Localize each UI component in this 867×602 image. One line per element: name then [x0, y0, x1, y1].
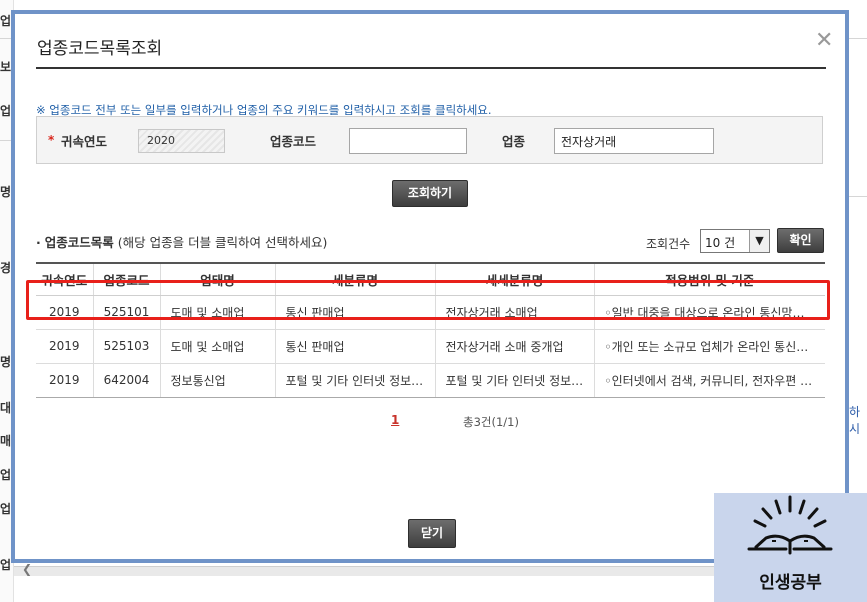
- background-label: 업: [0, 14, 12, 28]
- background-link[interactable]: 하시: [849, 403, 867, 437]
- year-label: 귀속연도: [61, 134, 108, 149]
- column-header: 세세분류명: [434, 262, 594, 296]
- count-label: 조회건수: [646, 237, 691, 251]
- column-header: 업종코드: [92, 262, 160, 296]
- bullet-icon: ·: [36, 235, 41, 250]
- industry-label: 업종: [502, 134, 526, 149]
- list-hint: (해당 업종을 더블 클릭하여 선택하세요): [117, 235, 328, 250]
- cell-detail-class: 포털 및 기타 인터넷 정보매개 서비스업: [434, 363, 594, 398]
- book-sun-logo-icon: [747, 495, 833, 555]
- table-row[interactable]: 2019 525101 도매 및 소매업 통신 판매업 전자상거래 소매업 ◦일…: [36, 295, 825, 330]
- cell-detail-class: 전자상거래 소매업: [434, 295, 594, 330]
- background-divider: [848, 196, 867, 197]
- chevron-down-icon[interactable]: ▼: [749, 230, 769, 252]
- background-label: 업: [0, 502, 12, 516]
- cell-year: 2019: [36, 363, 93, 398]
- required-mark: *: [48, 133, 55, 147]
- cell-business-type: 도매 및 소매업: [159, 295, 275, 330]
- cell-detail-class: 전자상거래 소매 중개업: [434, 329, 594, 364]
- cell-scope: ◦일반 대중을 대상으로 온라인 통신망을 통하여 각종 상품을 소매하는 산업…: [593, 295, 825, 330]
- background-label: 명: [0, 185, 12, 199]
- year-field: 2020: [138, 129, 225, 153]
- table-row[interactable]: 2019 525103 도매 및 소매업 통신 판매업 전자상거래 소매 중개업…: [36, 329, 825, 364]
- background-label: 보: [0, 60, 12, 74]
- industry-code-dialog: 업종코드목록조회 ✕ ※ 업종코드 전부 또는 일부를 입력하거나 업종의 주요…: [11, 10, 849, 563]
- cell-business-type: 정보통신업: [159, 363, 275, 398]
- background-label: 명: [0, 355, 12, 369]
- title-divider: [36, 67, 826, 69]
- total-count: 총3건(1/1): [463, 415, 519, 429]
- cell-code: 642004: [92, 363, 160, 398]
- cell-scope: ◦인터넷에서 검색, 커뮤니티, 전자우편 등 서비스를: [593, 363, 825, 398]
- close-icon[interactable]: ✕: [815, 30, 833, 52]
- table-header-row: 귀속연도 업종코드 업태명 세분류명 세세분류명 적용범위 및 기준: [36, 262, 825, 296]
- search-panel: * 귀속연도 2020 업종코드 업종: [36, 116, 823, 164]
- cell-code: 525101: [92, 295, 160, 330]
- background-label: 업: [0, 558, 12, 572]
- cell-business-type: 도매 및 소매업: [159, 329, 275, 364]
- industry-table: 귀속연도 업종코드 업태명 세분류명 세세분류명 적용범위 및 기준 2019 …: [36, 262, 825, 398]
- table-row[interactable]: 2019 642004 정보통신업 포털 및 기타 인터넷 정보매개 서비스업 …: [36, 363, 825, 398]
- background-divider: [848, 38, 867, 39]
- background-label: 경: [0, 261, 12, 275]
- scroll-left-icon[interactable]: ❮: [22, 562, 32, 576]
- background-label: 업: [0, 468, 12, 482]
- search-button[interactable]: 조회하기: [392, 180, 468, 207]
- page-link-current[interactable]: 1: [391, 413, 399, 427]
- cell-subclass: 통신 판매업: [274, 295, 435, 330]
- column-header: 세분류명: [274, 262, 435, 296]
- cell-scope: ◦개인 또는 소규모 업체가 온라인 통신망을 통하여 상품을 거래할 수 있도…: [593, 329, 825, 364]
- watermark: 인생공부: [714, 493, 867, 602]
- column-header: 적용범위 및 기준: [593, 262, 825, 296]
- column-header: 귀속연도: [36, 262, 93, 296]
- confirm-button[interactable]: 확인: [777, 228, 824, 253]
- cell-subclass: 포털 및 기타 인터넷 정보매개 서비스업: [274, 363, 435, 398]
- cell-code: 525103: [92, 329, 160, 364]
- dialog-title: 업종코드목록조회: [37, 39, 163, 59]
- background-label: 업: [0, 104, 12, 118]
- count-select[interactable]: 10 건 ▼: [700, 229, 770, 253]
- code-input[interactable]: [349, 128, 467, 154]
- list-title: · 업종코드목록 (해당 업종을 더블 클릭하여 선택하세요): [36, 232, 327, 251]
- close-button[interactable]: 닫기: [408, 519, 456, 548]
- cell-year: 2019: [36, 329, 93, 364]
- watermark-text: 인생공부: [759, 573, 822, 593]
- background-scrollbar[interactable]: [14, 566, 714, 576]
- list-title-text: 업종코드목록: [44, 235, 114, 250]
- code-label: 업종코드: [270, 134, 317, 149]
- cell-year: 2019: [36, 295, 93, 330]
- column-header: 업태명: [159, 262, 275, 296]
- cell-subclass: 통신 판매업: [274, 329, 435, 364]
- count-value: 10 건: [705, 236, 736, 250]
- industry-input[interactable]: [554, 128, 714, 154]
